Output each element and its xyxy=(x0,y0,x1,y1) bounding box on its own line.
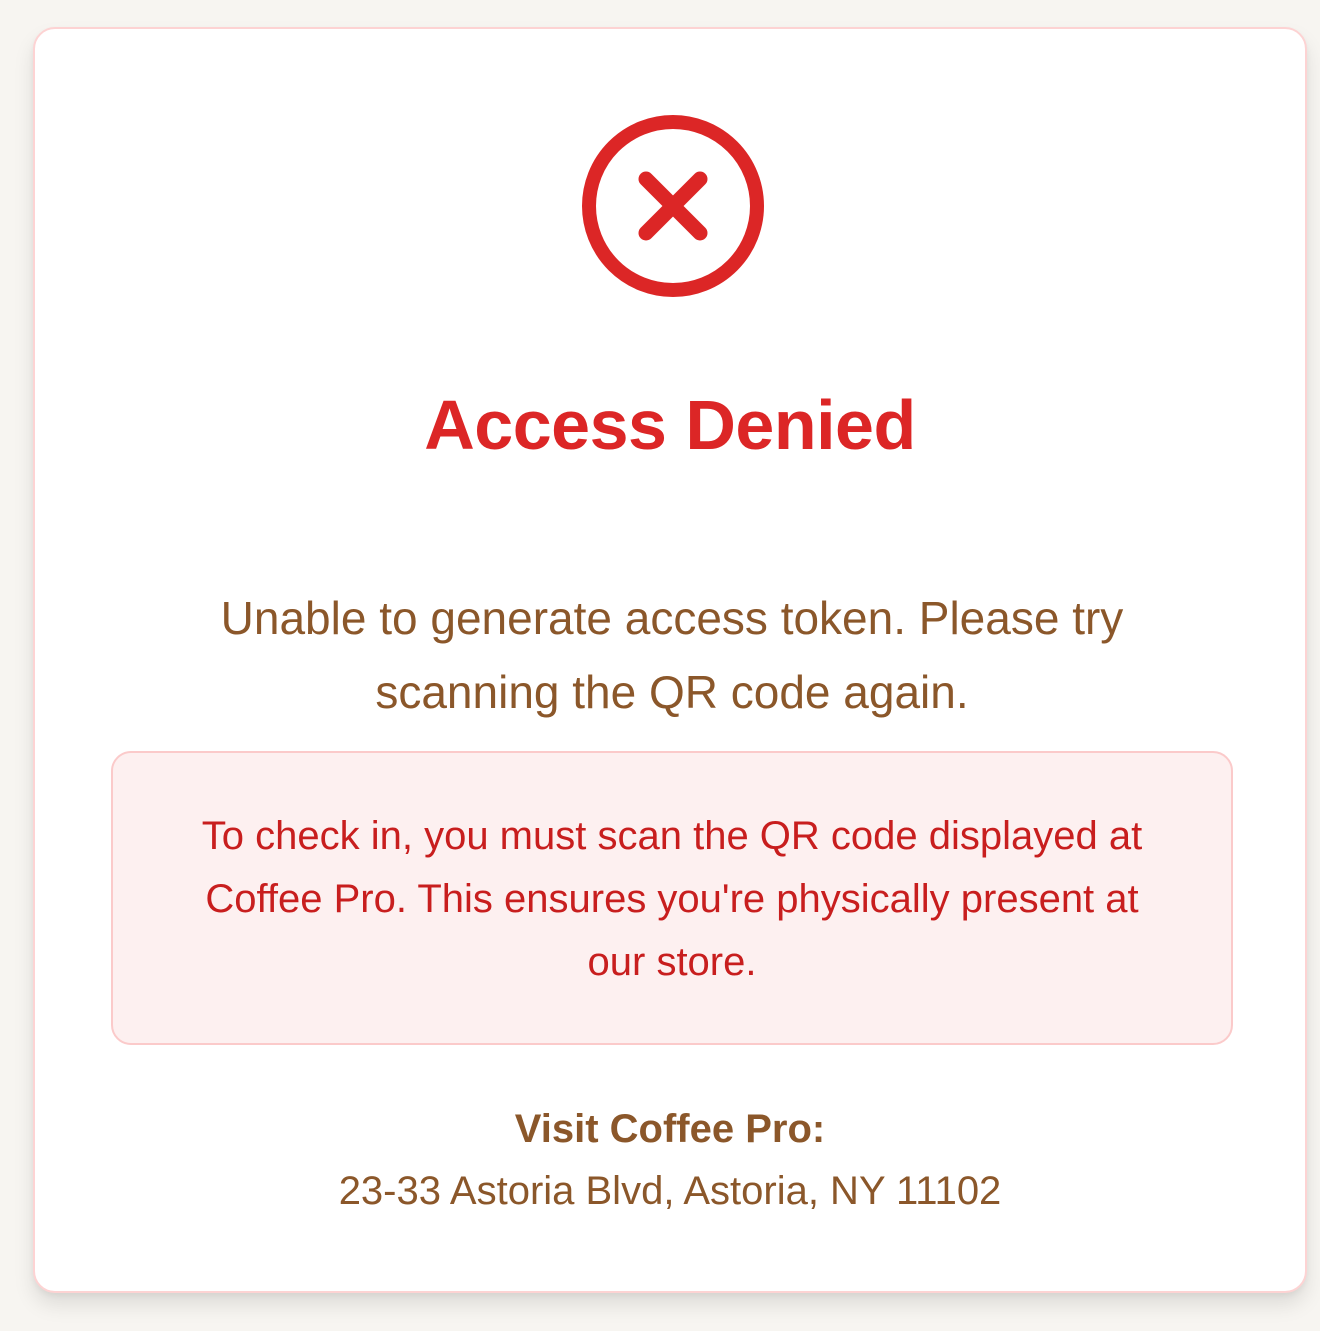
check-in-notice: To check in, you must scan the QR code d… xyxy=(111,751,1233,1045)
access-denied-card: Access Denied Unable to generate access … xyxy=(33,27,1307,1293)
error-message: Unable to generate access token. Please … xyxy=(220,592,1124,718)
close-circle-icon-graphic xyxy=(582,115,764,297)
page-title: Access Denied xyxy=(424,386,916,464)
notice-text: To check in, you must scan the QR code d… xyxy=(201,814,1143,984)
store-address: 23-33 Astoria Blvd, Astoria, NY 11102 xyxy=(338,1169,1002,1213)
visit-label: Visit Coffee Pro: xyxy=(514,1107,826,1151)
close-circle-icon xyxy=(580,113,766,299)
